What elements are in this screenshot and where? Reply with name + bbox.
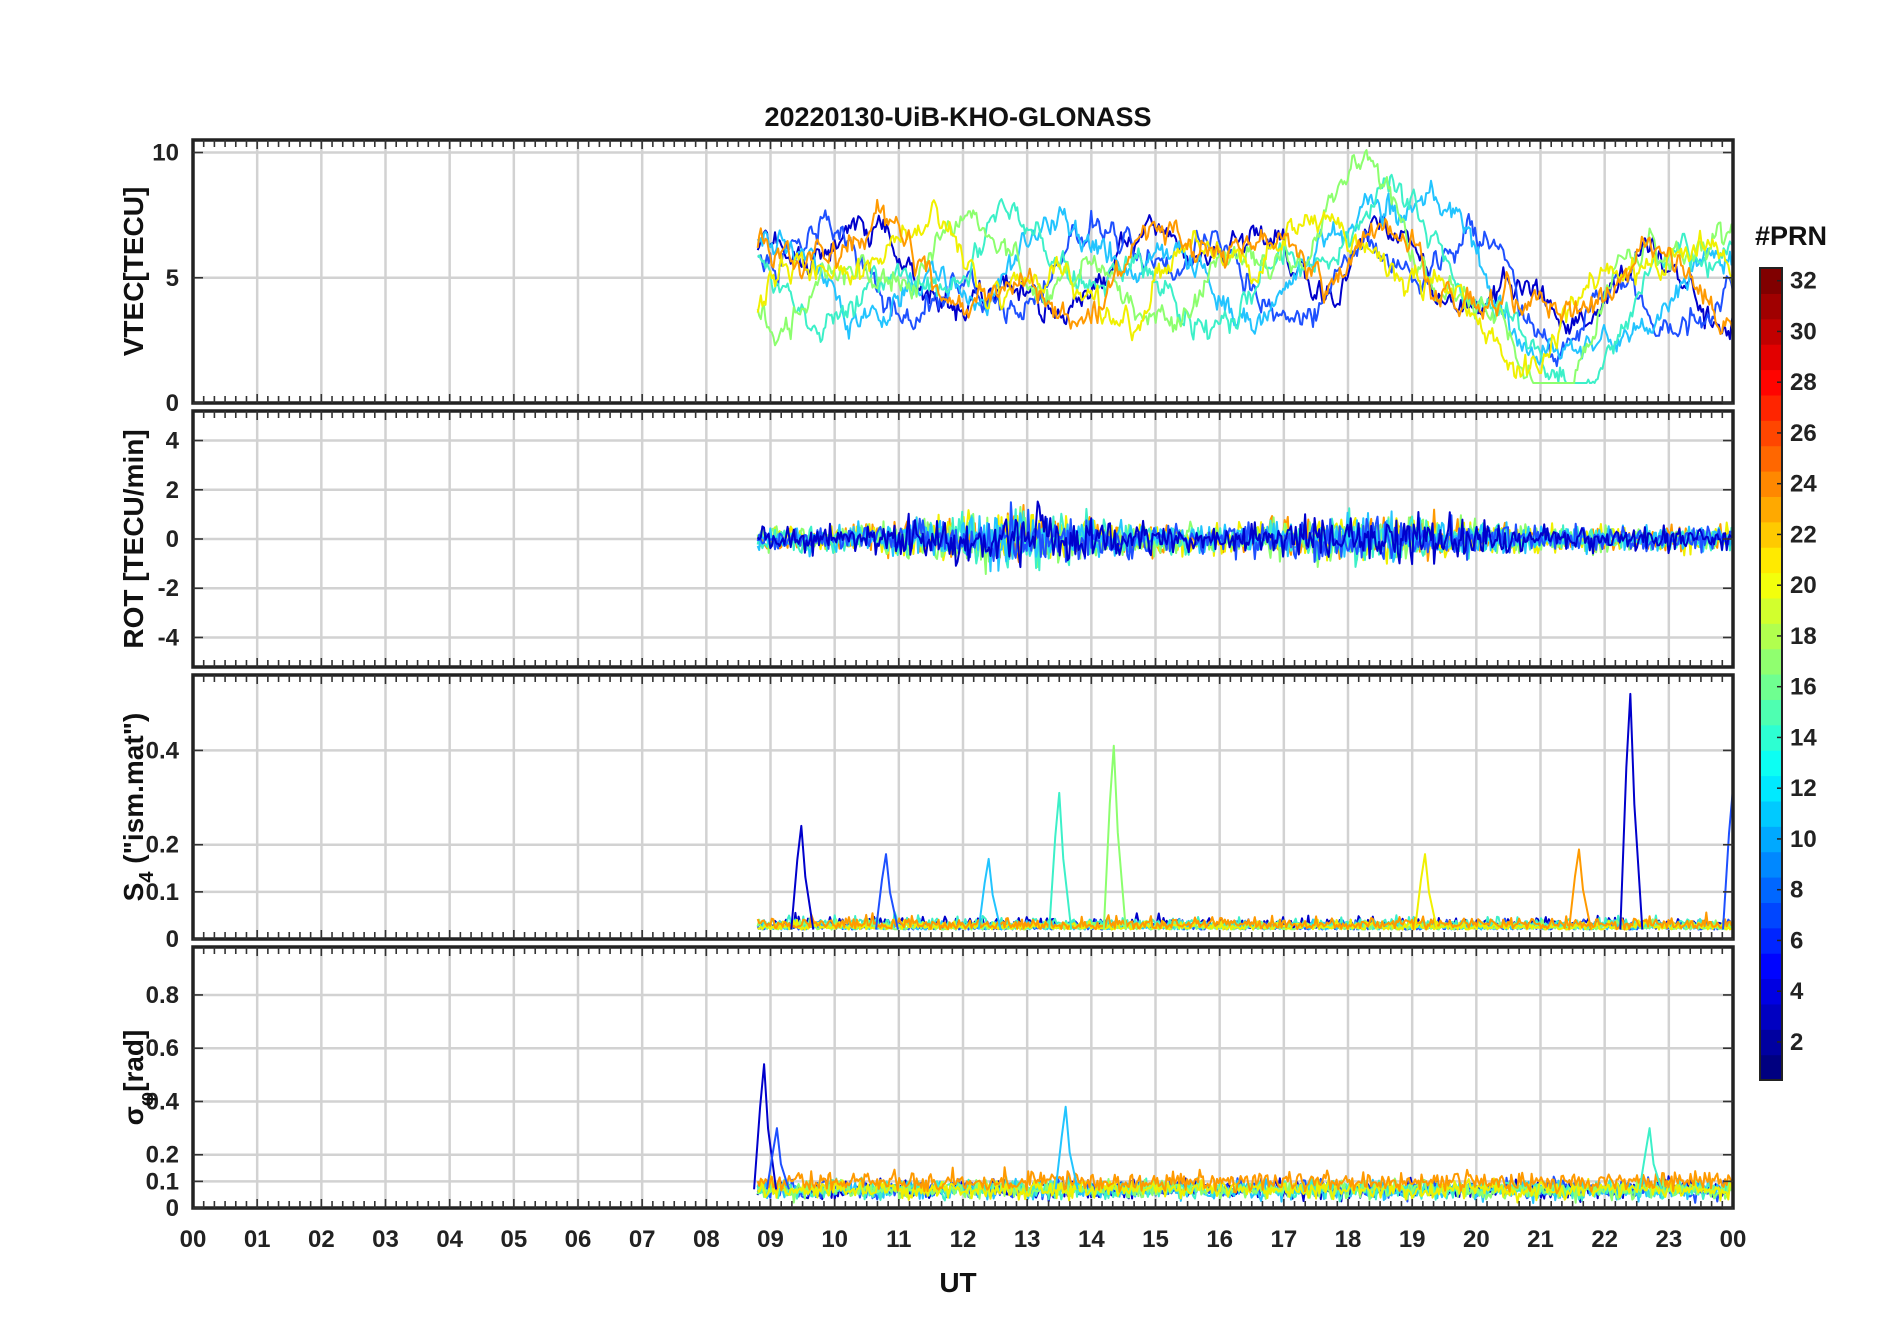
- colorbar-tick-label: 2: [1790, 1029, 1803, 1056]
- colorbar-tick-label: 32: [1790, 268, 1817, 295]
- vtec-y-axis-label: VTEC[TECU]: [118, 187, 149, 357]
- colorbar-band: [1760, 699, 1782, 726]
- x-tick-label: 04: [436, 1226, 463, 1253]
- colorbar-tick-label: 24: [1790, 471, 1817, 498]
- x-tick-label: 07: [629, 1226, 656, 1253]
- x-tick-label: 02: [308, 1226, 335, 1253]
- x-tick-label: 01: [244, 1226, 271, 1253]
- colorbar-tick-label: 18: [1790, 623, 1817, 650]
- x-tick-label: 11: [886, 1226, 911, 1253]
- colorbar-tick-label: 22: [1790, 521, 1817, 548]
- s4-y-tick-label: 0: [166, 926, 179, 953]
- colorbar-band: [1760, 648, 1782, 675]
- colorbar-band: [1760, 293, 1782, 320]
- vtec-y-tick-label: 10: [152, 140, 179, 167]
- sigma_phi-y-tick-label: 0.6: [146, 1035, 179, 1062]
- x-tick-label: 15: [1142, 1226, 1169, 1253]
- colorbar-band: [1760, 1003, 1782, 1030]
- x-tick-label: 00: [180, 1226, 207, 1253]
- rot-y-tick-label: -4: [158, 624, 180, 651]
- x-tick-label: 08: [693, 1226, 720, 1253]
- colorbar-band: [1760, 547, 1782, 574]
- colorbar-band: [1760, 851, 1782, 878]
- colorbar-band: [1760, 445, 1782, 472]
- vtec-y-tick-label: 5: [166, 265, 179, 292]
- x-tick-label: 17: [1270, 1226, 1297, 1253]
- colorbar-tick-label: 16: [1790, 674, 1817, 701]
- colorbar-band: [1760, 597, 1782, 624]
- s4-ylabel-main: S: [118, 883, 149, 902]
- colorbar-tick-label: 30: [1790, 318, 1817, 345]
- sigma_phi-y-tick-label: 0.1: [146, 1168, 179, 1195]
- colorbar-tick-label: 8: [1790, 877, 1803, 904]
- x-tick-label: 09: [757, 1226, 784, 1253]
- x-tick-label: 16: [1206, 1226, 1233, 1253]
- colorbar-title: #PRN: [1755, 221, 1827, 251]
- vtec-y-tick-label: 0: [166, 390, 179, 417]
- x-axis-label: UT: [939, 1267, 976, 1298]
- sigma_phi-ylabel-sub: φ: [136, 1092, 158, 1106]
- colorbar-tick-label: 4: [1790, 978, 1804, 1005]
- rot-y-tick-label: 4: [166, 428, 180, 455]
- x-tick-label: 00: [1720, 1226, 1747, 1253]
- x-tick-label: 06: [565, 1226, 592, 1253]
- colorbar-tick-label: 20: [1790, 572, 1817, 599]
- figure-background: [0, 0, 1902, 1330]
- chart-title: 20220130-UiB-KHO-GLONASS: [764, 102, 1151, 132]
- x-tick-label: 14: [1078, 1226, 1105, 1253]
- colorbar-band: [1760, 902, 1782, 929]
- sigma_phi-ylabel-main: σ: [118, 1106, 149, 1125]
- s4-y-tick-label: 0.4: [146, 737, 180, 764]
- colorbar-tick-label: 10: [1790, 826, 1817, 853]
- colorbar-tick-label: 14: [1790, 724, 1817, 751]
- x-tick-label: 03: [372, 1226, 399, 1253]
- colorbar-band: [1760, 496, 1782, 523]
- x-tick-label: 23: [1655, 1226, 1682, 1253]
- rot-y-tick-label: -2: [158, 575, 179, 602]
- colorbar-band: [1760, 953, 1782, 980]
- x-tick-label: 19: [1399, 1226, 1426, 1253]
- s4-ylabel-rest: ("ism.mat"): [118, 713, 149, 872]
- x-tick-label: 05: [500, 1226, 527, 1253]
- rot-y-axis-label: ROT [TECU/min]: [118, 429, 149, 648]
- colorbar-band: [1760, 394, 1782, 421]
- colorbar-band: [1760, 344, 1782, 371]
- x-tick-label: 12: [950, 1226, 977, 1253]
- x-tick-label: 22: [1591, 1226, 1618, 1253]
- colorbar-band: [1760, 1054, 1782, 1081]
- x-tick-label: 10: [821, 1226, 848, 1253]
- x-tick-label: 18: [1335, 1226, 1362, 1253]
- colorbar-tick-label: 28: [1790, 369, 1817, 396]
- rot-y-tick-label: 2: [166, 477, 179, 504]
- x-tick-label: 20: [1463, 1226, 1490, 1253]
- sigma_phi-y-tick-label: 0.2: [146, 1142, 179, 1169]
- colorbar-band: [1760, 800, 1782, 827]
- colorbar-tick-label: 12: [1790, 775, 1817, 802]
- rot-y-tick-label: 0: [166, 526, 179, 553]
- sigma_phi-y-tick-label: 0.8: [146, 982, 179, 1009]
- x-tick-label: 21: [1527, 1226, 1554, 1253]
- sigma_phi-y-tick-label: 0: [166, 1195, 179, 1222]
- colorbar-tick-label: 26: [1790, 420, 1817, 447]
- x-tick-label: 13: [1014, 1226, 1041, 1253]
- colorbar-tick-label: 6: [1790, 927, 1803, 954]
- sigma_phi-ylabel-rest: [rad]: [118, 1030, 149, 1092]
- figure: 20220130-UiB-KHO-GLONASS 0510VTEC[TECU]-…: [0, 0, 1902, 1330]
- s4-y-tick-label: 0.2: [146, 832, 179, 859]
- colorbar-band: [1760, 750, 1782, 777]
